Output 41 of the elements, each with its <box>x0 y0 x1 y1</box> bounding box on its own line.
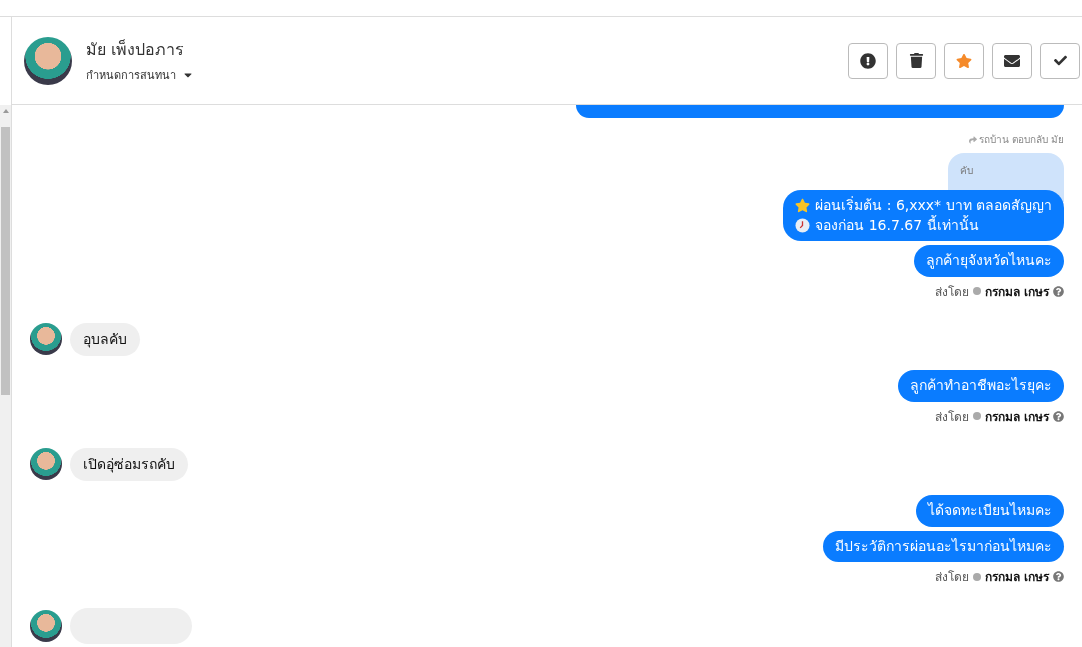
trash-icon <box>908 53 924 68</box>
scroll-up-icon[interactable] <box>2 109 9 113</box>
clock-icon <box>795 217 811 233</box>
message-bubble: อุบลคับ <box>70 322 140 356</box>
sender-name: กรกมล เกษร <box>984 283 1049 301</box>
reply-text: รถบ้าน ตอบกลับ มัย <box>978 133 1064 147</box>
report-button[interactable] <box>848 42 888 79</box>
sent-by-label: ส่งโดย <box>934 408 969 426</box>
message-text: ลูกค้าทำอาชีพอะไรยุคะ <box>910 377 1052 395</box>
help-icon[interactable] <box>1053 285 1064 297</box>
avatar <box>30 448 62 481</box>
sent-by-label: ส่งโดย <box>934 569 969 586</box>
reply-icon <box>968 135 977 144</box>
message-text: จองก่อน 16.7.67 นี้เท่านั้น <box>815 216 979 234</box>
conversation-menu[interactable]: กำหนดการสนทนา <box>86 66 194 84</box>
agent-dot-icon <box>972 287 981 295</box>
alert-icon <box>860 52 876 69</box>
contact-name: มัย เพ็งปอภาร <box>86 38 186 61</box>
agent-dot-icon <box>972 412 981 420</box>
message-text: ได้จดทะเบียนไหมคะ <box>928 502 1052 520</box>
avatar <box>30 323 62 356</box>
mail-button[interactable] <box>992 42 1032 79</box>
message-bubble: เปิดอุ่ซ่อมรถคับ <box>70 447 188 481</box>
delete-button[interactable] <box>896 42 936 79</box>
star-icon <box>795 198 811 214</box>
done-button[interactable] <box>1040 42 1080 79</box>
message-text: มีประวัติการผ่อนอะไรมาก่อนไหมคะ <box>835 537 1052 555</box>
check-icon <box>1053 54 1067 67</box>
star-button[interactable] <box>944 42 984 79</box>
sender-name: กรกมล เกษร <box>984 408 1049 426</box>
help-icon[interactable] <box>1053 571 1064 582</box>
agent-dot-icon <box>972 572 981 581</box>
envelope-icon <box>1004 52 1020 69</box>
sender-name: กรกมล เกษร <box>984 569 1049 586</box>
star-icon <box>956 52 972 69</box>
message-text: ลูกค้ายุจังหวัดไหนคะ <box>926 252 1052 270</box>
sent-by-label: ส่งโดย <box>934 283 969 301</box>
avatar <box>30 610 62 642</box>
help-icon[interactable] <box>1053 410 1064 422</box>
scrollbar[interactable] <box>0 105 11 647</box>
avatar <box>24 36 72 85</box>
